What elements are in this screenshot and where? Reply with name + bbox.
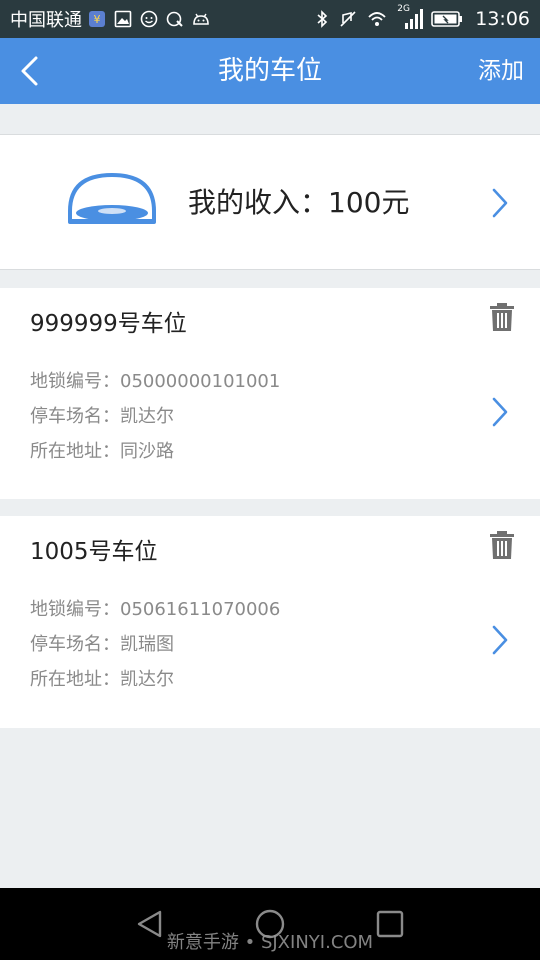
- app-bar: 我的车位 添加: [0, 38, 540, 104]
- face-icon: [140, 10, 158, 28]
- android-icon: [193, 13, 209, 25]
- signal-icon: [405, 9, 424, 29]
- nav-recent-button[interactable]: [374, 908, 406, 940]
- cell-signal: 2G: [397, 4, 424, 30]
- settings-shield-icon: [166, 11, 183, 27]
- status-icons-left: ¥: [88, 10, 210, 28]
- carrier-label: 中国联通: [10, 10, 82, 31]
- mute-icon: [340, 11, 356, 27]
- parking-spot-card[interactable]: 999999号车位 地锁编号：05000000101001 停车场名：凯达尔 所…: [0, 288, 540, 499]
- nav-back-button[interactable]: [134, 908, 166, 940]
- address: 所在地址：同沙路: [30, 441, 174, 462]
- trash-icon: [490, 531, 514, 559]
- parking-lock-icon: [68, 173, 156, 224]
- sim-badge-icon: ¥: [89, 11, 105, 27]
- triangle-back-icon: [137, 910, 162, 938]
- lot-name: 停车场名：凯达尔: [30, 406, 174, 427]
- image-icon: [114, 10, 132, 28]
- chevron-right-icon: [492, 625, 508, 655]
- page-title: 我的车位: [217, 56, 322, 86]
- svg-text:¥: ¥: [94, 13, 101, 26]
- spot-info: 地锁编号：05000000101001 停车场名：凯达尔 所在地址：同沙路: [30, 364, 280, 469]
- chevron-right-icon: [492, 188, 508, 218]
- address: 所在地址：凯达尔: [30, 669, 174, 690]
- wifi-icon: [368, 12, 386, 26]
- status-bar: 中国联通 ¥ 2G 13:06: [0, 0, 540, 38]
- lock-id: 地锁编号：05000000101001: [30, 371, 281, 392]
- spot-info: 地锁编号：05061611070006 停车场名：凯瑞图 所在地址：凯达尔: [30, 592, 280, 697]
- income-card[interactable]: 我的收入：100元: [0, 134, 540, 270]
- circle-home-icon: [255, 909, 285, 939]
- delete-button[interactable]: [489, 302, 515, 332]
- navigation-bar: 新意手游 • SJXINYI.COM: [0, 888, 540, 960]
- income-label: 我的收入：100元: [188, 186, 410, 219]
- spot-title: 999999号车位: [30, 311, 187, 337]
- spot-title: 1005号车位: [30, 539, 158, 565]
- lock-id: 地锁编号：05061611070006: [30, 599, 281, 620]
- lot-name: 停车场名：凯瑞图: [30, 634, 174, 655]
- trash-icon: [490, 303, 514, 331]
- chevron-right-icon: [492, 397, 508, 427]
- battery-icon: [431, 11, 463, 27]
- status-icons-right: 2G 13:06: [313, 4, 530, 30]
- add-button[interactable]: 添加: [478, 38, 524, 104]
- delete-button[interactable]: [489, 530, 515, 560]
- square-recent-icon: [376, 910, 404, 938]
- nav-home-button[interactable]: [254, 908, 286, 940]
- status-time: 13:06: [475, 8, 530, 30]
- bluetooth-icon: [317, 10, 328, 28]
- parking-spot-card[interactable]: 1005号车位 地锁编号：05061611070006 停车场名：凯瑞图 所在地…: [0, 516, 540, 728]
